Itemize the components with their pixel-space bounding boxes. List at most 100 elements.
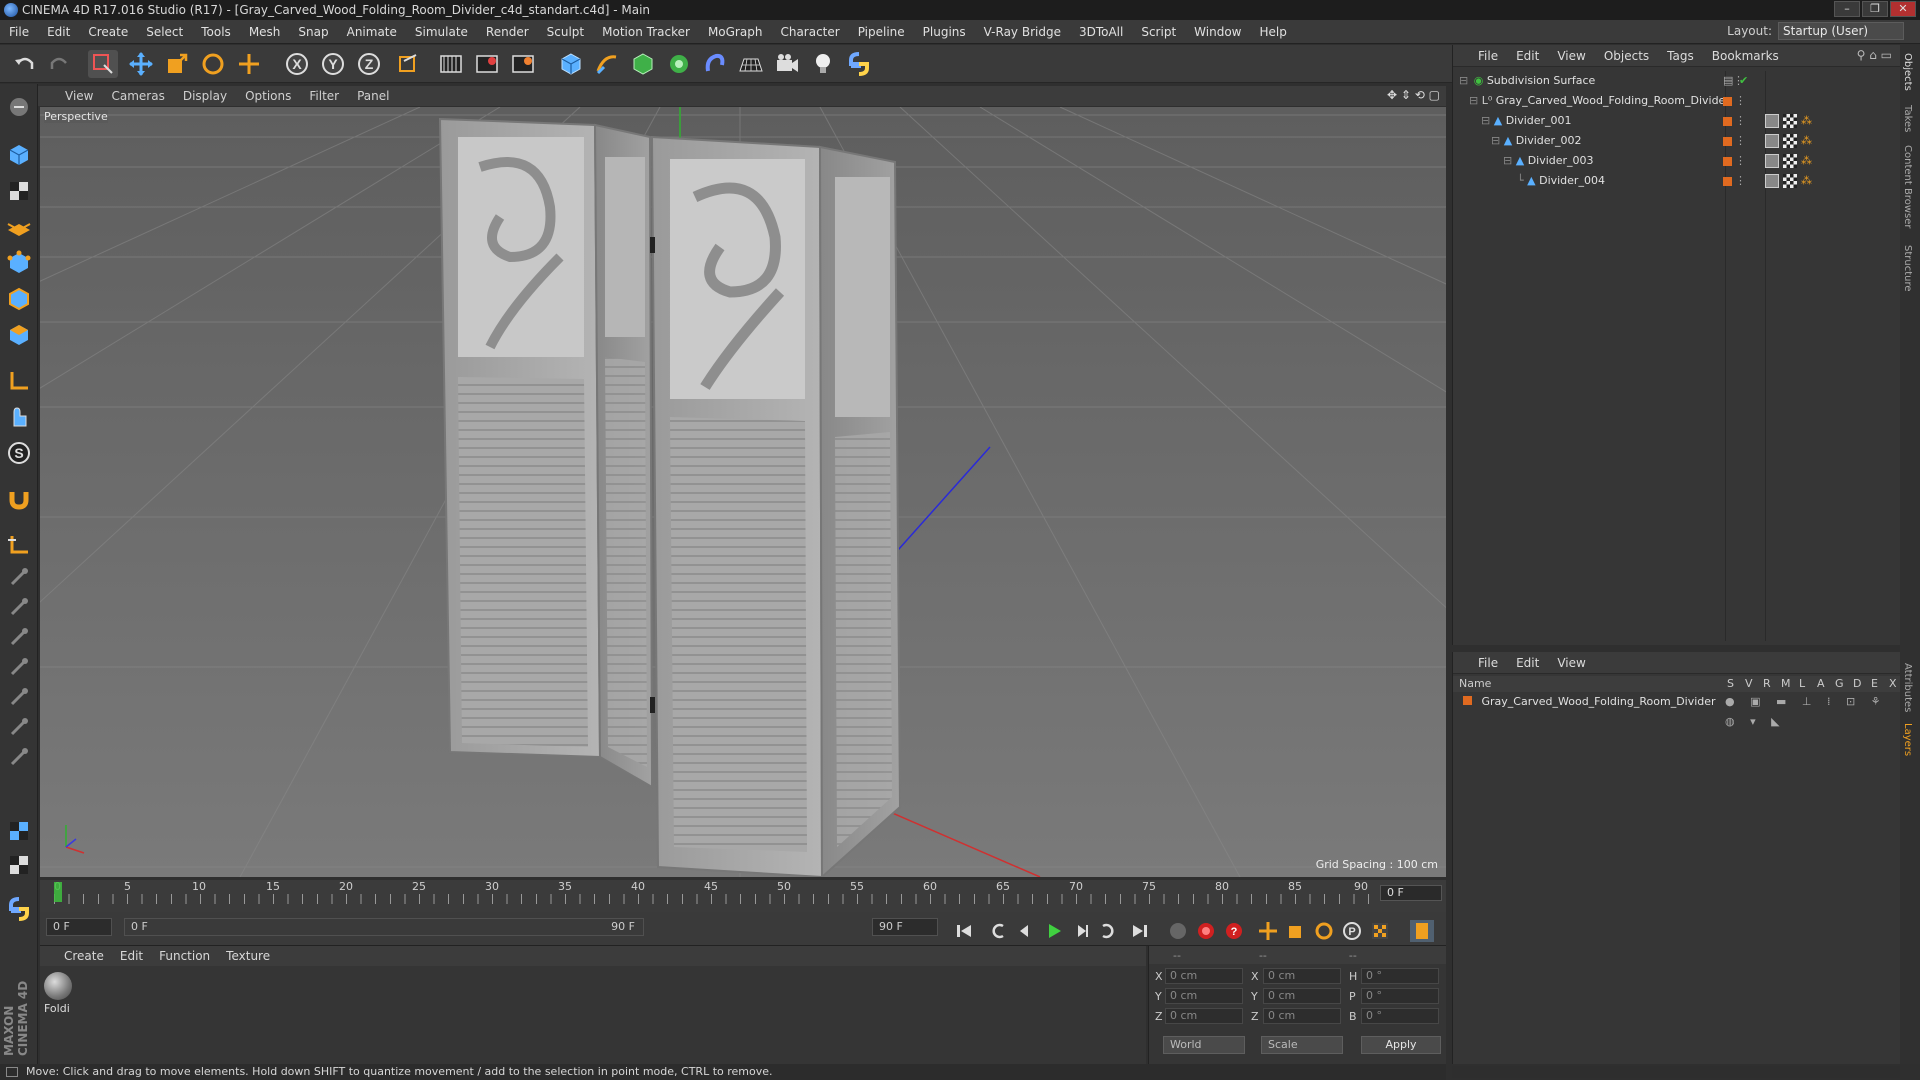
checker-lock-icon[interactable] [4, 816, 34, 846]
hair-tool-icon[interactable] [4, 850, 34, 880]
menu-create[interactable]: Create [79, 20, 137, 44]
next-frame-icon[interactable] [1070, 920, 1094, 942]
render-view-icon[interactable] [436, 50, 466, 78]
model-mode-icon[interactable] [4, 140, 34, 170]
side-tab-structure[interactable]: Structure [1902, 245, 1913, 292]
key-position-icon[interactable] [1256, 920, 1280, 942]
camera-icon[interactable] [772, 50, 802, 78]
snap-icon[interactable]: S [4, 438, 34, 468]
inflate-brush-icon[interactable] [4, 682, 34, 712]
record-active-icon[interactable] [1194, 920, 1218, 942]
material-menu-edit[interactable]: Edit [112, 949, 151, 963]
side-tab-objects[interactable]: Objects [1902, 53, 1913, 91]
object-menu-view[interactable]: View [1548, 49, 1594, 63]
undo-icon[interactable] [10, 50, 40, 78]
uvw-tag-icon[interactable] [1783, 134, 1797, 148]
position-x-field[interactable]: 0 cm [1165, 968, 1243, 984]
apply-button[interactable]: Apply [1361, 1036, 1441, 1054]
object-menu-edit[interactable]: Edit [1507, 49, 1548, 63]
array-icon[interactable] [664, 50, 694, 78]
menu-vray-bridge[interactable]: V-Ray Bridge [975, 20, 1070, 44]
transform-tool-icon[interactable] [234, 50, 264, 78]
enabled-check-icon[interactable]: ✔ [1739, 71, 1748, 91]
menu-pipeline[interactable]: Pipeline [849, 20, 914, 44]
layer-menu-file[interactable]: File [1469, 656, 1507, 670]
layer-row[interactable]: Gray_Carved_Wood_Folding_Room_Divider ● … [1463, 692, 1899, 728]
polygons-mode-icon[interactable] [4, 320, 34, 350]
tree-item-divider-001[interactable]: ⊟ ▲ Divider_001 ⋮ ⁂ [1481, 111, 1899, 131]
viewport-navigation-icons[interactable]: ✥ ⇕ ⟲ ▢ [1387, 88, 1440, 102]
edges-mode-icon[interactable] [4, 284, 34, 314]
menu-simulate[interactable]: Simulate [406, 20, 477, 44]
collapse-icon[interactable]: ⊟ [1459, 74, 1468, 87]
coordinate-space-dropdown[interactable]: World [1163, 1036, 1245, 1054]
end-frame-field[interactable]: 90 F [872, 918, 938, 936]
size-z-field[interactable]: 0 cm [1263, 1008, 1341, 1024]
uvw-tag-icon[interactable] [1783, 174, 1797, 188]
key-parameter-icon[interactable]: P [1340, 920, 1364, 942]
layer-color-swatch[interactable] [1723, 177, 1732, 186]
viewport-menu-cameras[interactable]: Cameras [102, 89, 173, 103]
phong-tag-icon[interactable]: ⁂ [1801, 171, 1812, 191]
record-keys-disabled-icon[interactable] [1166, 920, 1190, 942]
viewport-menu-view[interactable]: View [56, 89, 102, 103]
tree-item-subdivision-surface[interactable]: ⊟ ◉ Subdivision Surface ⋮ ✔ ▤ [1459, 71, 1899, 91]
tag-icon[interactable]: ▤ [1723, 71, 1733, 91]
visibility-dots[interactable]: ⋮ [1735, 171, 1746, 191]
phong-tag-icon[interactable]: ⁂ [1801, 131, 1812, 151]
menu-3dtoall[interactable]: 3DToAll [1070, 20, 1132, 44]
points-mode-icon[interactable] [4, 248, 34, 278]
go-to-start-icon[interactable] [952, 920, 976, 942]
workplane-icon[interactable] [4, 210, 34, 240]
collapse-icon[interactable]: ⊟ [1481, 114, 1490, 127]
visibility-dots[interactable]: ⋮ [1735, 111, 1746, 131]
tree-item-divider-003[interactable]: ⊟ ▲ Divider_003 ⋮ ⁂ [1503, 151, 1899, 171]
menu-tools[interactable]: Tools [192, 20, 240, 44]
previous-frame-icon[interactable] [1012, 920, 1036, 942]
material-menu-function[interactable]: Function [151, 949, 218, 963]
move-tool-icon[interactable] [126, 50, 156, 78]
make-editable-icon[interactable] [4, 92, 34, 122]
spline-pen-icon[interactable] [592, 50, 622, 78]
x-axis-lock-icon[interactable]: X [282, 50, 312, 78]
viewport-menu-options[interactable]: Options [236, 89, 300, 103]
go-to-end-icon[interactable] [1128, 920, 1152, 942]
menu-window[interactable]: Window [1185, 20, 1250, 44]
key-rotation-icon[interactable] [1312, 920, 1336, 942]
frame-range-slider[interactable]: 0 F 90 F [124, 918, 644, 936]
object-menu-tags[interactable]: Tags [1658, 49, 1703, 63]
layer-color-swatch[interactable] [1723, 117, 1732, 126]
key-scale-icon[interactable] [1284, 920, 1308, 942]
side-tab-layers[interactable]: Layers [1902, 723, 1913, 756]
rotation-h-field[interactable]: 0 ° [1361, 968, 1439, 984]
material-tag-icon[interactable] [1765, 174, 1779, 188]
python-script-icon[interactable] [4, 894, 34, 924]
menu-render[interactable]: Render [477, 20, 538, 44]
visibility-dots[interactable]: ⋮ [1735, 131, 1746, 151]
rotate-tool-icon[interactable] [198, 50, 228, 78]
render-settings-icon[interactable] [508, 50, 538, 78]
current-frame-field[interactable]: 0 F [1380, 885, 1442, 901]
cube-primitive-icon[interactable] [556, 50, 586, 78]
phong-tag-icon[interactable]: ⁂ [1801, 111, 1812, 131]
layer-color-swatch[interactable] [1463, 696, 1472, 705]
menu-help[interactable]: Help [1250, 20, 1295, 44]
material-menu-texture[interactable]: Texture [218, 949, 278, 963]
pinch-brush-icon[interactable] [4, 652, 34, 682]
flatten-brush-icon[interactable] [4, 742, 34, 772]
light-icon[interactable] [808, 50, 838, 78]
horizontal-scrollbar[interactable] [1452, 1066, 1900, 1078]
rotation-p-field[interactable]: 0 ° [1361, 988, 1439, 1004]
redo-icon[interactable] [44, 50, 74, 78]
side-tab-takes[interactable]: Takes [1902, 105, 1913, 132]
brush-tool-icon[interactable] [4, 562, 34, 592]
menu-select[interactable]: Select [137, 20, 192, 44]
material-tag-icon[interactable] [1765, 154, 1779, 168]
deformer-icon[interactable] [700, 50, 730, 78]
size-x-field[interactable]: 0 cm [1263, 968, 1341, 984]
size-y-field[interactable]: 0 cm [1263, 988, 1341, 1004]
side-tab-attributes[interactable]: Attributes [1902, 663, 1913, 712]
tree-item-divider-002[interactable]: ⊟ ▲ Divider_002 ⋮ ⁂ [1491, 131, 1899, 151]
phong-tag-icon[interactable]: ⁂ [1801, 151, 1812, 171]
texture-mode-icon[interactable] [4, 176, 34, 206]
